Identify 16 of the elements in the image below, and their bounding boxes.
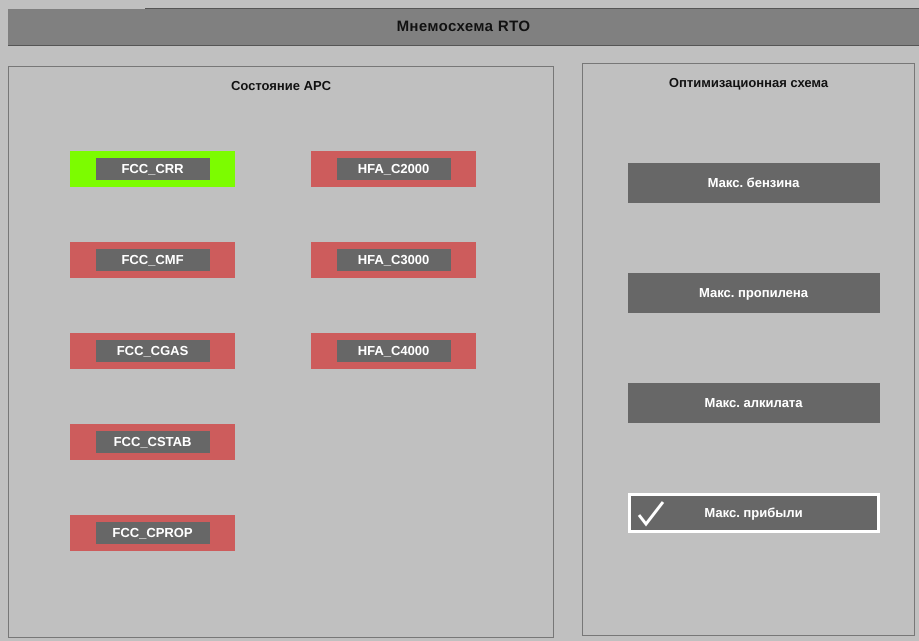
apc-label: FCC_CGAS [96, 340, 210, 362]
apc-label: FCC_CPROP [96, 522, 210, 544]
apc-label: HFA_C2000 [336, 158, 450, 180]
panel-title: Оптимизационная схема [668, 74, 828, 92]
apc-label: HFA_C4000 [336, 340, 450, 362]
apc-label: HFA_C3000 [336, 248, 450, 270]
apc-label: FCC_CRR [96, 158, 210, 180]
apc-label: FCC_CSTAB [96, 430, 210, 452]
optimization-option-button[interactable]: Макс. пропилена [628, 272, 880, 312]
optimization-option-button[interactable]: Макс. прибыли [628, 492, 880, 532]
panel-title: Состояние APC [230, 77, 332, 95]
optimization-option-button[interactable]: Макс. алкилата [628, 382, 880, 422]
window-title: Мнемосхема RTO [396, 16, 530, 37]
optimization-option-button[interactable]: Макс. бензина [628, 162, 880, 202]
checkmark-icon [636, 498, 664, 526]
apc-label: FCC_CMF [96, 248, 210, 270]
